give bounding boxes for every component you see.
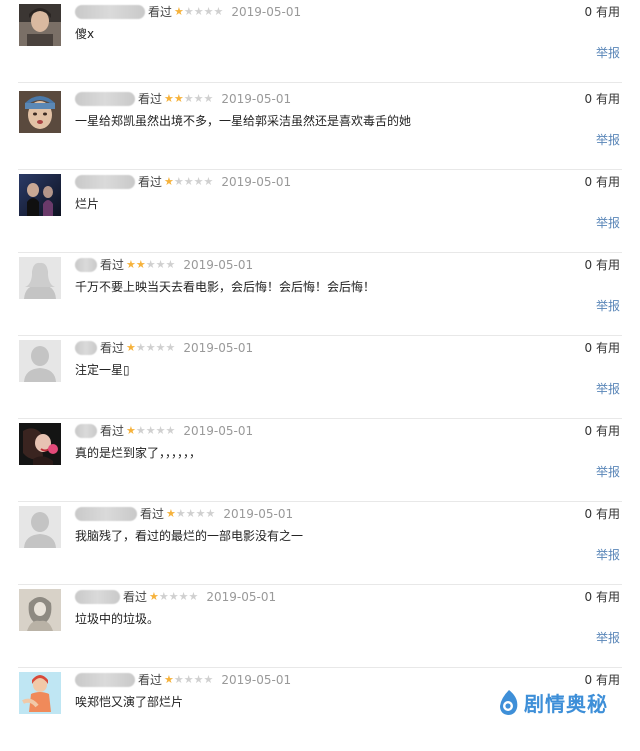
review-item: 看过 ★★★★★ 2019-05-01 0 有用 一星给郑凯虽然出境不多，一星给… bbox=[0, 87, 640, 170]
report-link[interactable]: 举报 bbox=[596, 381, 620, 397]
useful-vote-button[interactable]: 0 有用 bbox=[585, 257, 620, 273]
blurred-username[interactable] bbox=[75, 92, 135, 106]
review-date: 2019-05-01 bbox=[183, 341, 254, 355]
rating-stars: ★★★★★ bbox=[164, 673, 214, 686]
blurred-username[interactable] bbox=[75, 5, 145, 19]
watched-label: 看过 bbox=[100, 258, 125, 272]
review-meta: 看过 ★★★★★ 2019-05-01 bbox=[75, 423, 253, 439]
review-item: 看过 ★★★★★ 2019-05-01 0 有用 千万不要上映当天去看电影，会后… bbox=[0, 253, 640, 336]
review-meta: 看过 ★★★★★ 2019-05-01 bbox=[75, 340, 253, 356]
report-link[interactable]: 举报 bbox=[596, 547, 620, 563]
user-avatar[interactable] bbox=[19, 423, 61, 465]
review-meta: 看过 ★★★★★ 2019-05-01 bbox=[75, 257, 253, 273]
review-item: 看过 ★★★★★ 2019-05-01 0 有用 注定一星▯ 举报 bbox=[0, 336, 640, 419]
review-meta: 看过 ★★★★★ 2019-05-01 bbox=[75, 589, 276, 605]
review-item: 看过 ★★★★★ 2019-05-01 0 有用 垃圾中的垃圾。 举报 bbox=[0, 585, 640, 668]
watched-label: 看过 bbox=[138, 673, 163, 687]
comment-text: 千万不要上映当天去看电影，会后悔！会后悔！会后悔！ bbox=[75, 280, 376, 294]
comment-text: 垃圾中的垃圾。 bbox=[75, 612, 160, 626]
review-date: 2019-05-01 bbox=[231, 5, 302, 19]
blurred-username[interactable] bbox=[75, 175, 135, 189]
watched-label: 看过 bbox=[140, 507, 165, 521]
useful-vote-button[interactable]: 0 有用 bbox=[585, 174, 620, 190]
rating-stars: ★★★★★ bbox=[164, 175, 214, 188]
watched-label: 看过 bbox=[123, 590, 148, 604]
review-date: 2019-05-01 bbox=[223, 507, 294, 521]
useful-vote-button[interactable]: 0 有用 bbox=[585, 506, 620, 522]
review-meta: 看过 ★★★★★ 2019-05-01 bbox=[75, 672, 291, 688]
user-avatar[interactable] bbox=[19, 672, 61, 714]
review-item: 看过 ★★★★★ 2019-05-01 0 有用 真的是烂到家了，，，，，， 举… bbox=[0, 419, 640, 502]
review-meta: 看过 ★★★★★ 2019-05-01 bbox=[75, 4, 301, 20]
useful-vote-button[interactable]: 0 有用 bbox=[585, 589, 620, 605]
comment-text: 真的是烂到家了，，，，，， bbox=[75, 446, 202, 460]
logo-icon bbox=[500, 690, 518, 715]
comment-text: 唉郑恺又演了部烂片 bbox=[75, 695, 184, 709]
report-link[interactable]: 举报 bbox=[596, 630, 620, 646]
review-meta: 看过 ★★★★★ 2019-05-01 bbox=[75, 174, 291, 190]
comment-text: 傻x bbox=[75, 27, 95, 41]
default-avatar-icon[interactable] bbox=[19, 506, 61, 548]
report-link[interactable]: 举报 bbox=[596, 132, 620, 148]
review-item: 看过 ★★★★★ 2019-05-01 0 有用 傻x 举报 bbox=[0, 0, 640, 83]
review-date: 2019-05-01 bbox=[221, 175, 292, 189]
review-date: 2019-05-01 bbox=[221, 92, 292, 106]
user-avatar[interactable] bbox=[19, 91, 61, 133]
blurred-username[interactable] bbox=[75, 507, 137, 521]
watched-label: 看过 bbox=[100, 424, 125, 438]
review-date: 2019-05-01 bbox=[206, 590, 277, 604]
user-avatar[interactable] bbox=[19, 4, 61, 46]
review-date: 2019-05-01 bbox=[221, 673, 292, 687]
comment-text: 注定一星▯ bbox=[75, 363, 130, 377]
blurred-username[interactable] bbox=[75, 258, 97, 272]
default-avatar-icon[interactable] bbox=[19, 257, 61, 299]
default-avatar-icon[interactable] bbox=[19, 340, 61, 382]
review-date: 2019-05-01 bbox=[183, 424, 254, 438]
report-link[interactable]: 举报 bbox=[596, 45, 620, 61]
divider bbox=[18, 82, 622, 83]
watched-label: 看过 bbox=[148, 5, 173, 19]
rating-stars: ★★★★★ bbox=[174, 5, 224, 18]
rating-stars: ★★★★★ bbox=[126, 341, 176, 354]
useful-vote-button[interactable]: 0 有用 bbox=[585, 4, 620, 20]
comment-text: 烂片 bbox=[75, 197, 100, 211]
comment-text: 一星给郑凯虽然出境不多，一星给郭采洁虽然还是喜欢毒舌的她 bbox=[75, 114, 412, 128]
review-date: 2019-05-01 bbox=[183, 258, 254, 272]
watched-label: 看过 bbox=[138, 92, 163, 106]
comment-text: 我脑残了，看过的最烂的一部电影没有之一 bbox=[75, 529, 304, 543]
rating-stars: ★★★★★ bbox=[126, 424, 176, 437]
rating-stars: ★★★★★ bbox=[149, 590, 199, 603]
watched-label: 看过 bbox=[138, 175, 163, 189]
report-link[interactable]: 举报 bbox=[596, 298, 620, 314]
review-item: 看过 ★★★★★ 2019-05-01 0 有用 烂片 举报 bbox=[0, 170, 640, 253]
user-avatar[interactable] bbox=[19, 174, 61, 216]
review-item: 看过 ★★★★★ 2019-05-01 0 有用 我脑残了，看过的最烂的一部电影… bbox=[0, 502, 640, 585]
blurred-username[interactable] bbox=[75, 424, 97, 438]
useful-vote-button[interactable]: 0 有用 bbox=[585, 91, 620, 107]
useful-vote-button[interactable]: 0 有用 bbox=[585, 340, 620, 356]
rating-stars: ★★★★★ bbox=[126, 258, 176, 271]
watermark-text: 剧情奥秘 bbox=[524, 691, 608, 716]
rating-stars: ★★★★★ bbox=[166, 507, 216, 520]
user-avatar[interactable] bbox=[19, 589, 61, 631]
review-meta: 看过 ★★★★★ 2019-05-01 bbox=[75, 506, 293, 522]
report-link[interactable]: 举报 bbox=[596, 464, 620, 480]
report-link[interactable]: 举报 bbox=[596, 215, 620, 231]
watched-label: 看过 bbox=[100, 341, 125, 355]
review-meta: 看过 ★★★★★ 2019-05-01 bbox=[75, 91, 291, 107]
useful-vote-button[interactable]: 0 有用 bbox=[585, 423, 620, 439]
blurred-username[interactable] bbox=[75, 590, 120, 604]
watermark-logo: 剧情奥秘 bbox=[497, 686, 608, 718]
rating-stars: ★★★★★ bbox=[164, 92, 214, 105]
blurred-username[interactable] bbox=[75, 341, 97, 355]
blurred-username[interactable] bbox=[75, 673, 135, 687]
